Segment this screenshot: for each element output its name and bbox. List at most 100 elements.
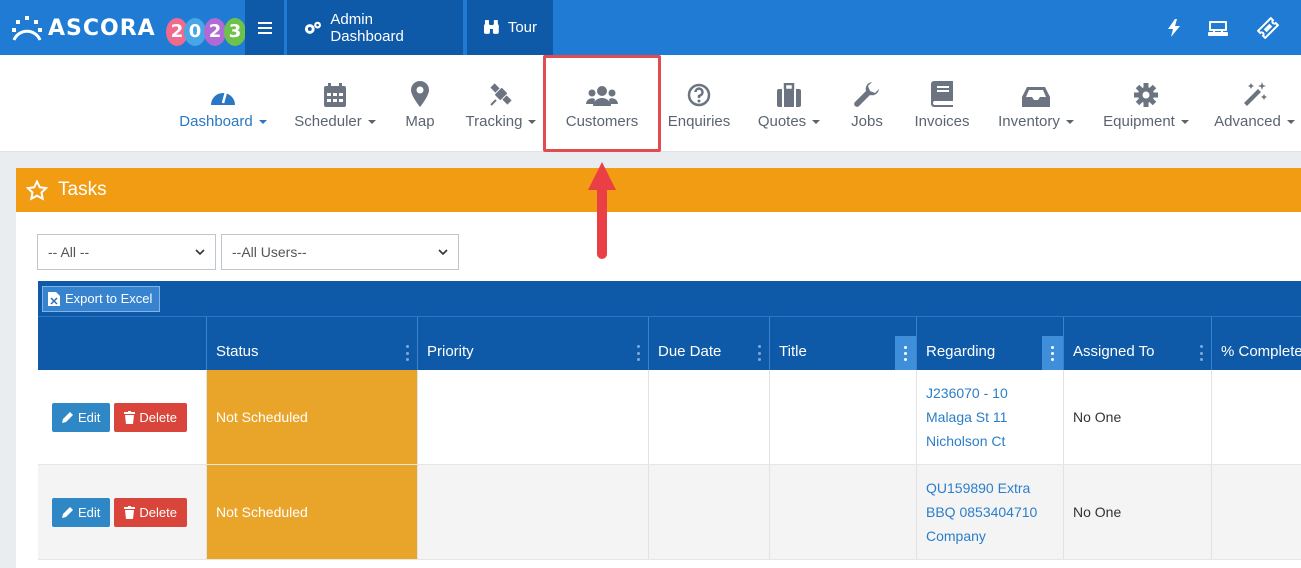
quick-action-button[interactable] — [1150, 0, 1198, 55]
delete-button[interactable]: Delete — [114, 497, 187, 527]
export-excel-label: Export to Excel — [65, 291, 153, 306]
regarding-line: QU159890 Extra — [926, 480, 1031, 496]
nav-customers-label: Customers — [565, 113, 639, 130]
annotation-arrow-up-icon — [588, 162, 616, 259]
nav-inventory-label: Inventory — [998, 113, 1060, 130]
regarding-line: Malaga St 11 — [926, 409, 1008, 425]
balloon-digit: 0 — [184, 18, 206, 46]
satellite-icon — [490, 83, 512, 106]
column-menu-icon[interactable] — [895, 336, 916, 370]
user-filter-select[interactable]: --All Users-- — [221, 234, 459, 270]
nav-invoices-label: Invoices — [914, 113, 970, 130]
users-icon — [586, 86, 618, 106]
column-header-label: Regarding — [926, 343, 996, 360]
column-menu-icon[interactable] — [1042, 336, 1063, 370]
nav-scheduler[interactable]: Scheduler — [284, 55, 386, 152]
column-header-label: Priority — [427, 343, 474, 360]
pencil-icon — [62, 412, 73, 423]
table-row: Edit Delete Not Scheduled QU159890 Extra… — [38, 465, 1301, 560]
edit-label: Edit — [78, 409, 101, 425]
status-cell: Not Scheduled — [207, 465, 418, 559]
column-header-label: Assigned To — [1073, 343, 1155, 360]
assigned-to-cell: No One — [1064, 465, 1212, 559]
briefcase-icon — [777, 83, 801, 107]
balloon-digit: 2 — [204, 18, 226, 46]
chevron-down-icon — [438, 249, 448, 255]
task-filters: -- All -- --All Users-- — [37, 234, 459, 270]
nav-invoices[interactable]: Invoices — [904, 55, 980, 152]
status-filter-select[interactable]: -- All -- — [37, 234, 216, 270]
delete-label: Delete — [139, 504, 177, 520]
menu-toggle-button[interactable] — [245, 0, 284, 55]
chevron-down-icon — [1180, 120, 1189, 125]
regarding-line: Nicholson Ct — [926, 433, 1006, 449]
column-header-label: Title — [779, 343, 807, 360]
ascora-logo[interactable]: ASCORA 2 0 2 3 — [8, 6, 246, 50]
chevron-down-icon — [195, 249, 205, 255]
nav-advanced[interactable]: Advanced — [1208, 55, 1301, 152]
inbox-icon — [1022, 87, 1050, 107]
column-header-complete[interactable]: % Complete — [1212, 317, 1301, 370]
column-menu-icon[interactable] — [1197, 345, 1205, 361]
nav-enquiries[interactable]: Enquiries — [660, 55, 738, 152]
top-bar: ASCORA 2 0 2 3 Admin Dashboard Tour — [0, 0, 1301, 55]
tour-label: Tour — [507, 19, 537, 36]
nav-map[interactable]: Map — [394, 55, 446, 152]
gear-icon — [1134, 83, 1158, 107]
column-header-label: % Complete — [1221, 343, 1301, 360]
assigned-to-cell: No One — [1064, 370, 1212, 464]
edit-button[interactable]: Edit — [52, 497, 111, 527]
question-circle-icon — [687, 83, 711, 107]
column-header-status[interactable]: Status — [207, 317, 418, 370]
nav-scheduler-label: Scheduler — [294, 113, 362, 130]
column-header-assigned-to[interactable]: Assigned To — [1064, 317, 1212, 370]
regarding-cell[interactable]: QU159890 Extra BBQ 0853404710 Company — [917, 465, 1064, 559]
map-marker-icon — [411, 81, 429, 107]
bolt-icon — [1168, 18, 1180, 37]
pencil-icon — [62, 507, 73, 518]
nav-equipment-label: Equipment — [1103, 113, 1175, 130]
admin-dashboard-button[interactable]: Admin Dashboard — [287, 0, 463, 55]
ticket-button[interactable] — [1244, 0, 1292, 55]
column-header-due-date[interactable]: Due Date — [649, 317, 770, 370]
nav-equipment[interactable]: Equipment — [1094, 55, 1198, 152]
tasks-panel: Tasks -- All -- --All Users-- Export to … — [16, 168, 1301, 568]
chevron-down-icon — [1065, 120, 1074, 125]
star-icon — [26, 179, 48, 201]
cogs-icon — [304, 21, 321, 34]
chevron-down-icon — [812, 120, 821, 125]
nav-dashboard[interactable]: Dashboard — [170, 55, 276, 152]
tour-button[interactable]: Tour — [467, 0, 553, 55]
column-menu-icon[interactable] — [403, 345, 411, 361]
column-header-title[interactable]: Title — [770, 317, 917, 370]
grid-header-row: Status Priority Due Date Title Regarding… — [38, 316, 1301, 370]
nav-quotes[interactable]: Quotes — [746, 55, 832, 152]
export-excel-button[interactable]: Export to Excel — [42, 285, 161, 312]
trash-icon — [124, 410, 136, 424]
column-menu-icon[interactable] — [634, 345, 642, 361]
edit-button[interactable]: Edit — [52, 402, 111, 432]
logo-text: ASCORA — [48, 16, 156, 41]
nav-dashboard-label: Dashboard — [179, 113, 253, 130]
nav-quotes-label: Quotes — [757, 113, 807, 130]
column-header-actions — [38, 317, 207, 370]
column-menu-icon[interactable] — [755, 345, 763, 361]
magic-wand-icon — [1243, 82, 1267, 106]
nav-inventory[interactable]: Inventory — [990, 55, 1082, 152]
complete-cell — [1212, 465, 1301, 559]
row-actions: Edit Delete — [38, 370, 207, 464]
delete-button[interactable]: Delete — [114, 402, 187, 432]
regarding-cell[interactable]: J236070 - 10 Malaga St 11 Nicholson Ct — [917, 370, 1064, 464]
delete-label: Delete — [139, 409, 177, 425]
nav-tracking[interactable]: Tracking — [456, 55, 546, 152]
nav-customers[interactable]: Customers — [552, 55, 652, 152]
priority-cell — [418, 465, 649, 559]
balloon-digit: 3 — [224, 18, 246, 46]
column-header-regarding[interactable]: Regarding — [917, 317, 1064, 370]
column-header-priority[interactable]: Priority — [418, 317, 649, 370]
nav-jobs[interactable]: Jobs — [842, 55, 892, 152]
title-cell — [770, 465, 917, 559]
hamburger-icon — [257, 21, 272, 34]
nav-jobs-label: Jobs — [851, 113, 883, 130]
cash-register-button[interactable] — [1194, 0, 1242, 55]
